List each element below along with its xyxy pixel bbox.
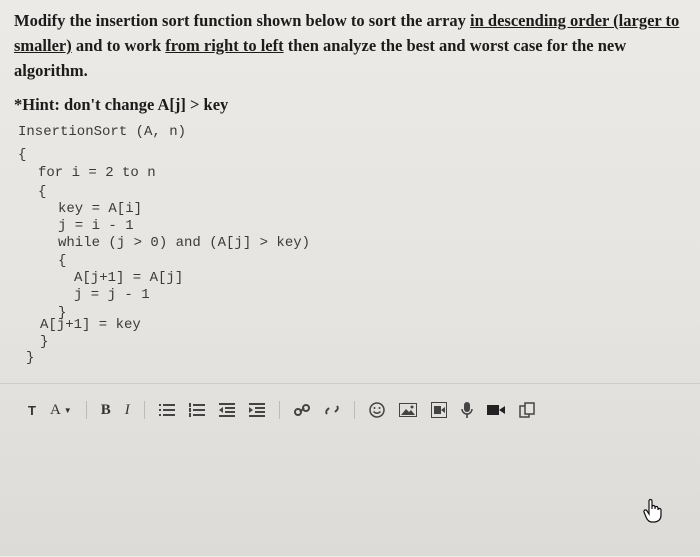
- hint-text: *Hint: don't change A[j] > key: [14, 95, 229, 114]
- paragraph-style-button[interactable]: T: [28, 399, 36, 421]
- code-line: {: [18, 147, 27, 163]
- video-button[interactable]: [486, 399, 505, 421]
- toolbar-divider: [278, 401, 280, 419]
- emoji-icon: [368, 402, 385, 418]
- ordered-list-button[interactable]: [188, 399, 205, 421]
- media-icon: [430, 402, 447, 418]
- toolbar-divider: [85, 401, 87, 419]
- indent-button[interactable]: [248, 399, 265, 421]
- indent-icon: [248, 403, 265, 417]
- question-text: Modify the insertion sort function shown…: [14, 8, 690, 83]
- code-line: A[j+1] = key: [40, 317, 141, 333]
- bold-icon: B: [100, 401, 111, 418]
- copy-icon: [518, 402, 535, 418]
- media-button[interactable]: [430, 399, 447, 421]
- video-icon: [486, 405, 505, 415]
- chevron-down-icon: ▼: [63, 405, 72, 415]
- ordered-list-icon: [188, 403, 205, 417]
- paragraph-style-icon: T: [28, 402, 36, 418]
- answer-editor[interactable]: [28, 428, 668, 548]
- code-line: A[j+1] = A[j]: [74, 270, 184, 286]
- question-part-2: and to work: [71, 36, 166, 55]
- image-icon: [398, 403, 417, 417]
- question-emphasis-direction: from right to left: [165, 36, 284, 55]
- code-line: j = j - 1: [74, 287, 150, 303]
- hand-pointer-icon: [642, 498, 664, 529]
- answer-editor-area: T A ▼ B I: [0, 383, 700, 557]
- microphone-icon: [460, 402, 473, 418]
- code-line: {: [58, 253, 67, 269]
- code-line: key = A[i]: [58, 201, 143, 217]
- code-line: }: [40, 334, 49, 350]
- code-line: {: [38, 184, 47, 200]
- code-line: InsertionSort (A, n): [18, 124, 187, 140]
- microphone-button[interactable]: [460, 399, 473, 421]
- code-line: j = i - 1: [58, 218, 134, 234]
- unlink-button[interactable]: [324, 399, 340, 421]
- emoji-button[interactable]: [368, 399, 385, 421]
- font-color-button[interactable]: A ▼: [50, 399, 72, 421]
- image-button[interactable]: [398, 399, 417, 421]
- italic-button[interactable]: I: [125, 399, 130, 421]
- question-part-1: Modify the insertion sort function shown…: [14, 11, 471, 30]
- toolbar-divider: [353, 401, 355, 419]
- code-line: }: [26, 350, 35, 366]
- toolbar-divider: [143, 401, 145, 419]
- code-line: while (j > 0) and (A[j] > key): [58, 235, 311, 251]
- editor-toolbar: T A ▼ B I: [28, 395, 668, 425]
- font-color-icon: A: [49, 401, 61, 418]
- bold-button[interactable]: B: [101, 399, 111, 421]
- link-button[interactable]: [293, 399, 310, 421]
- unordered-list-icon: [158, 404, 175, 416]
- copy-button[interactable]: [518, 399, 535, 421]
- code-line: for i = 2 to n: [38, 165, 156, 181]
- outdent-icon: [218, 403, 235, 417]
- unlink-icon: [324, 405, 339, 415]
- link-icon: [293, 404, 310, 416]
- unordered-list-button[interactable]: [158, 399, 175, 421]
- italic-icon: I: [124, 401, 130, 418]
- outdent-button[interactable]: [218, 399, 235, 421]
